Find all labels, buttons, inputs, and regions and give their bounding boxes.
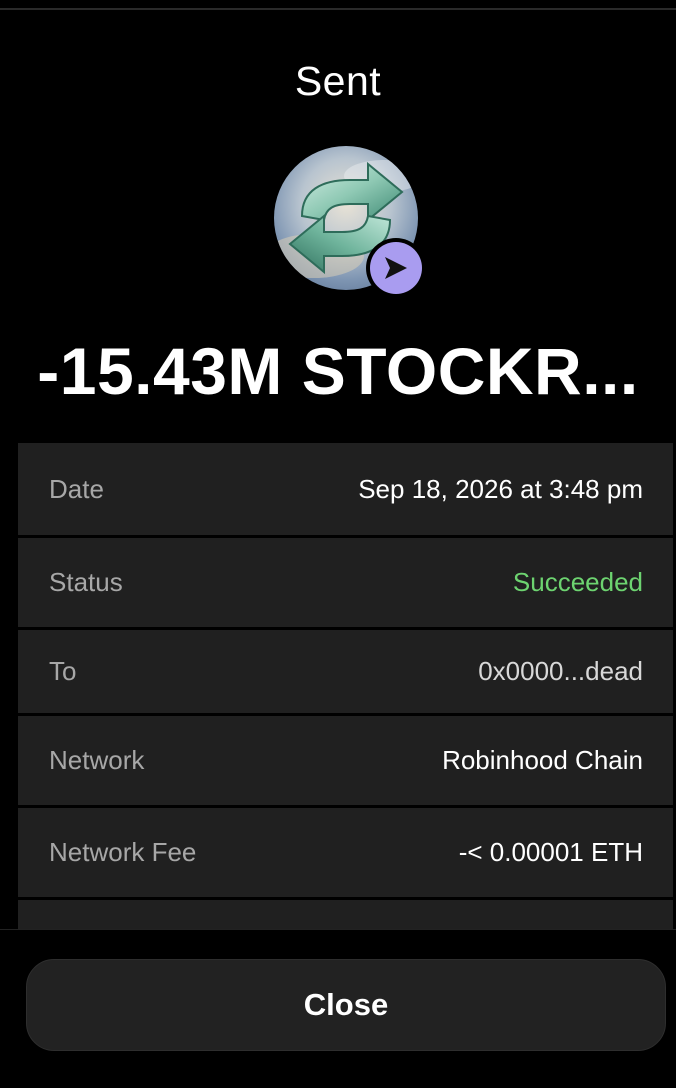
network-fee-value: -< 0.00001 ETH <box>458 837 643 867</box>
send-badge <box>366 238 426 298</box>
detail-row-date: Date Sep 18, 2026 at 3:48 pm <box>18 443 673 535</box>
detail-row-status: Status Succeeded <box>18 538 673 627</box>
status-value: Succeeded <box>512 567 643 597</box>
transaction-detail-sheet: Sent -15.43M STOCKR... Date Sep 18, 2026… <box>0 0 676 1088</box>
network-fee-label: Network Fee <box>49 837 197 867</box>
page-title: Sent <box>294 58 382 104</box>
top-divider <box>0 8 676 10</box>
bottom-divider <box>0 929 676 930</box>
close-button[interactable]: Close <box>26 959 666 1051</box>
network-label: Network <box>49 745 145 775</box>
bottom-action-bar: Close <box>0 929 676 1088</box>
status-label: Status <box>49 567 123 597</box>
detail-row-partial <box>18 900 673 929</box>
transaction-amount: -15.43M STOCKR... <box>37 334 639 408</box>
detail-row-network-fee: Network Fee -< 0.00001 ETH <box>18 808 673 897</box>
detail-row-network: Network Robinhood Chain <box>18 716 673 805</box>
date-value: Sep 18, 2026 at 3:48 pm <box>358 473 643 504</box>
to-label: To <box>49 656 77 686</box>
to-address-value[interactable]: 0x0000...dead <box>478 656 643 687</box>
detail-row-to[interactable]: To 0x0000...dead <box>18 630 673 713</box>
token-icon-group <box>274 146 426 298</box>
network-value: Robinhood Chain <box>442 745 643 775</box>
details-card: Date Sep 18, 2026 at 3:48 pm Status Succ… <box>18 443 673 929</box>
send-arrow-icon <box>370 242 422 294</box>
date-label: Date <box>49 473 104 504</box>
